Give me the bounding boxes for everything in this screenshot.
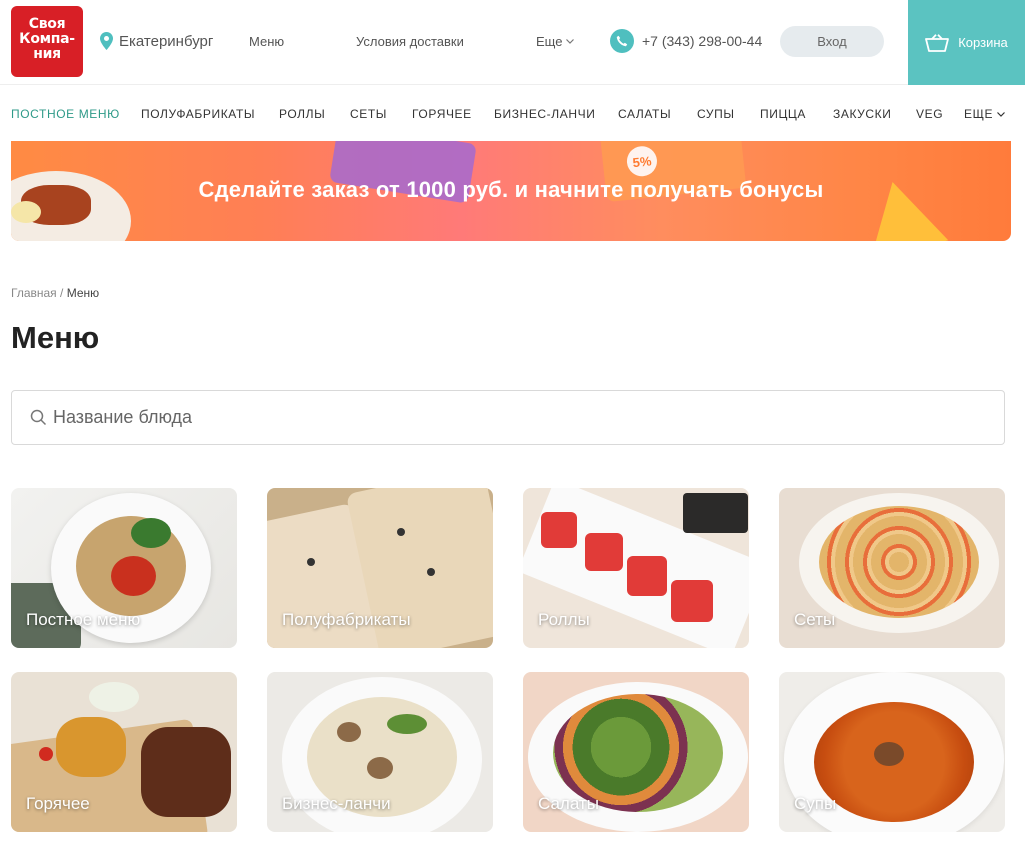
page-title: Меню (11, 320, 100, 355)
category-tile-salaty[interactable]: Салаты (523, 672, 749, 832)
phone-icon (610, 29, 634, 53)
phone-link[interactable]: +7 (343) 298-00-44 (610, 29, 762, 53)
tile-label: Горячее (26, 794, 90, 813)
phone-number: +7 (343) 298-00-44 (642, 33, 763, 49)
tile-label: Роллы (538, 610, 590, 629)
category-more-label: ЕЩЕ (964, 107, 994, 121)
basket-icon (925, 33, 950, 52)
city-name: Екатеринбург (119, 32, 214, 50)
logo-line-3: ния (33, 46, 61, 62)
more-dropdown[interactable]: Еще (536, 34, 575, 49)
cart-label: Корзина (958, 35, 1008, 50)
category-zakuski[interactable]: ЗАКУСКИ (833, 107, 891, 121)
login-button[interactable]: Вход (780, 26, 884, 57)
location-pin-icon (100, 32, 113, 50)
delivery-link[interactable]: Условия доставки (356, 34, 464, 49)
breadcrumb: Главная / Меню (11, 286, 99, 300)
search-icon (30, 409, 47, 426)
category-more[interactable]: ЕЩЕ (964, 107, 1005, 121)
category-veg[interactable]: VEG (916, 107, 943, 121)
search-box (11, 390, 1005, 445)
category-tile-goryachee[interactable]: Горячее (11, 672, 237, 832)
cart-button[interactable]: Корзина (908, 0, 1025, 85)
category-salaty[interactable]: САЛАТЫ (618, 107, 671, 121)
tile-label: Бизнес-ланчи (282, 794, 391, 813)
tile-label: Салаты (538, 794, 599, 813)
category-tile-postnoe[interactable]: Постное меню (11, 488, 237, 648)
category-tile-polufabrikaty[interactable]: Полуфабрикаты (267, 488, 493, 648)
category-supy[interactable]: СУПЫ (697, 107, 735, 121)
category-rolly[interactable]: РОЛЛЫ (279, 107, 325, 121)
banner-text: Сделайте заказ от 1000 руб. и начните по… (198, 177, 824, 202)
search-input[interactable] (53, 407, 953, 428)
breadcrumb-home[interactable]: Главная (11, 286, 57, 300)
promo-banner[interactable]: 5% Сделайте заказ от 1000 руб. и начните… (11, 141, 1011, 241)
breadcrumb-current: Меню (66, 286, 100, 300)
category-biznes-lanchi[interactable]: БИЗНЕС-ЛАНЧИ (494, 107, 595, 121)
chevron-down-icon (566, 39, 575, 44)
logo-line-1: Своя (28, 16, 66, 32)
category-tile-rolly[interactable]: Роллы (523, 488, 749, 648)
category-nav: ПОСТНОЕ МЕНЮ ПОЛУФАБРИКАТЫ РОЛЛЫ СЕТЫ ГО… (0, 86, 1025, 141)
category-goryachee[interactable]: ГОРЯЧЕЕ (412, 107, 472, 121)
category-tile-biznes-lanchi[interactable]: Бизнес-ланчи (267, 672, 493, 832)
category-pizza[interactable]: ПИЦЦА (760, 107, 806, 121)
tile-label: Супы (794, 794, 837, 813)
bonus-badge: 5% (625, 144, 659, 178)
tile-label: Сеты (794, 610, 836, 629)
category-postnoe[interactable]: ПОСТНОЕ МЕНЮ (11, 107, 120, 121)
logo-line-2: Компа- (19, 31, 75, 47)
site-header: Своя Компа- ния Екатеринбург Меню Услови… (0, 0, 1025, 85)
menu-link[interactable]: Меню (249, 34, 284, 49)
tile-label: Полуфабрикаты (282, 610, 411, 629)
more-label: Еще (536, 34, 563, 49)
tile-label: Постное меню (26, 610, 141, 629)
category-tile-sety[interactable]: Сеты (779, 488, 1005, 648)
chevron-down-icon (997, 111, 1005, 117)
category-polufabrikaty[interactable]: ПОЛУФАБРИКАТЫ (141, 107, 255, 121)
breadcrumb-separator: / (60, 286, 64, 300)
category-sety[interactable]: СЕТЫ (350, 107, 387, 121)
city-selector[interactable]: Екатеринбург (100, 32, 213, 50)
category-tile-supy[interactable]: Супы (779, 672, 1005, 832)
logo[interactable]: Своя Компа- ния (11, 6, 83, 77)
